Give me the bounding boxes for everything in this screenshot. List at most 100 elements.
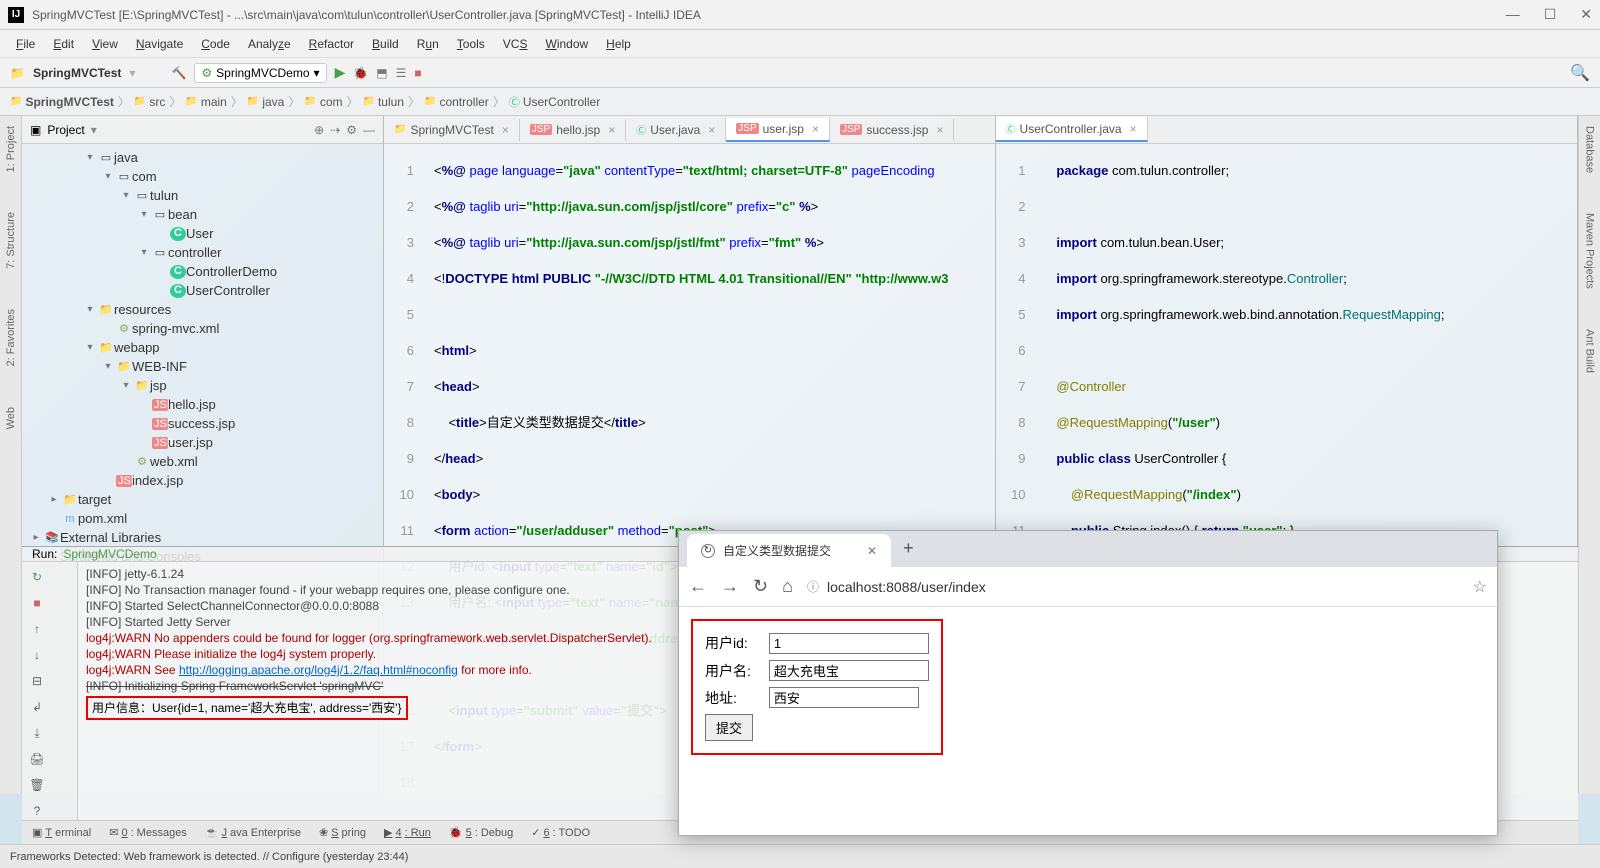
crumb-tulun[interactable]: tulun [363,95,404,109]
menu-run[interactable]: Run [409,33,447,55]
search-icon[interactable]: 🔍 [1570,63,1590,83]
stop-button[interactable]: ■ [414,66,421,80]
browser-tab-close[interactable]: ✕ [867,544,877,558]
crumb-main[interactable]: main [185,95,226,109]
profile-button[interactable]: ☰ [396,66,407,80]
tree-item-external-libraries[interactable]: ▸📚 External Libraries [22,528,383,547]
menu-file[interactable]: File [8,33,43,55]
tree-item-web-xml[interactable]: ⚙ web.xml [22,452,383,471]
form-addr-input[interactable] [769,687,919,708]
minimize-button[interactable]: — [1506,6,1520,23]
menu-edit[interactable]: Edit [45,33,82,55]
tree-item-controllerdemo[interactable]: C ControllerDemo [22,262,383,281]
tab-hello-jsp[interactable]: JSPhello.jsp× [520,119,626,141]
bottom-tab-spring[interactable]: ❀ Spring [319,826,366,839]
bottom-tab-6-todo[interactable]: ✓ 6: TODO [531,826,590,839]
tree-item-java[interactable]: ▾▭ java [22,148,383,167]
project-settings-icon[interactable]: ⊕ [314,123,324,137]
form-name-input[interactable] [769,660,929,681]
tree-item-target[interactable]: ▸📁 target [22,490,383,509]
down-button[interactable]: ↓ [26,644,48,666]
menu-tools[interactable]: Tools [449,33,493,55]
browser-new-tab[interactable]: + [891,530,926,567]
menu-view[interactable]: View [84,33,126,55]
tree-item-webapp[interactable]: ▾📁 webapp [22,338,383,357]
crumb-src[interactable]: src [134,95,165,109]
tree-item-tulun[interactable]: ▾▭ tulun [22,186,383,205]
browser-omnibox[interactable]: ⓘ localhost:8088/user/index [807,578,1459,595]
crumb-controller[interactable]: controller [424,95,489,109]
browser-tab[interactable]: ↻ 自定义类型数据提交 ✕ [687,534,891,567]
help-button[interactable]: ? [26,800,48,822]
tool-structure[interactable]: 7: Structure [5,212,17,269]
bottom-tab-java-enterprise[interactable]: ☕ Java Enterprise [205,826,301,839]
up-button[interactable]: ↑ [26,618,48,640]
bottom-tab-0-messages[interactable]: ✉ 0: Messages [109,826,187,839]
menu-refactor[interactable]: Refactor [301,33,362,55]
menu-build[interactable]: Build [364,33,407,55]
tool-project[interactable]: 1: Project [5,126,17,172]
form-id-input[interactable] [769,633,929,654]
clear-button[interactable]: 🗑 [26,774,48,796]
print-button[interactable]: 🖨 [26,748,48,770]
crumb-com[interactable]: com [304,95,342,109]
tree-item-com[interactable]: ▾▭ com [22,167,383,186]
project-gear-icon[interactable]: ⚙ [346,123,357,137]
menu-navigate[interactable]: Navigate [128,33,191,55]
tree-item-index-jsp[interactable]: JSP index.jsp [22,471,383,490]
tree-item-user-jsp[interactable]: JSP user.jsp [22,433,383,452]
tree-item-usercontroller[interactable]: C UserController [22,281,383,300]
form-submit-button[interactable]: 提交 [705,714,753,741]
project-label[interactable]: SpringMVCTest [33,66,121,80]
tree-item-user[interactable]: C User [22,224,383,243]
project-collapse-icon[interactable]: ⇢ [330,123,340,137]
tool-web[interactable]: Web [5,407,17,429]
tab-springmvctest[interactable]: 📁SpringMVCTest× [384,119,520,141]
tool-maven[interactable]: Maven Projects [1584,213,1596,289]
crumb-root[interactable]: SpringMVCTest [10,95,114,109]
run-button[interactable]: ▶ [335,64,346,81]
debug-button[interactable]: 🐞 [353,66,368,80]
rerun-button[interactable]: ↻ [26,566,48,588]
project-hide-icon[interactable]: — [363,123,375,137]
crumb-java[interactable]: java [247,95,284,109]
browser-forward[interactable]: → [721,576,739,597]
tool-database[interactable]: Database [1584,126,1596,173]
browser-home[interactable]: ⌂ [782,576,793,597]
maximize-button[interactable]: ☐ [1544,6,1557,23]
menu-vcs[interactable]: VCS [495,33,536,55]
tree-item-web-inf[interactable]: ▾📁 WEB-INF [22,357,383,376]
menu-help[interactable]: Help [598,33,639,55]
tree-item-resources[interactable]: ▾📁 resources [22,300,383,319]
filter-button[interactable]: ⊟ [26,670,48,692]
bookmark-icon[interactable]: ☆ [1473,577,1487,597]
scroll-button[interactable]: ⤓ [26,722,48,744]
tree-item-controller[interactable]: ▾▭ controller [22,243,383,262]
tab-user-java[interactable]: ⒸUser.java× [626,118,726,141]
wrap-button[interactable]: ↲ [26,696,48,718]
browser-reload[interactable]: ↻ [753,576,768,597]
close-button[interactable]: ✕ [1580,6,1592,23]
tab-success-jsp[interactable]: JSPsuccess.jsp× [830,119,954,141]
tree-item-jsp[interactable]: ▾📁 jsp [22,376,383,395]
build-button[interactable]: 🔨 [171,66,186,80]
menu-code[interactable]: Code [193,33,238,55]
tree-item-hello-jsp[interactable]: JSP hello.jsp [22,395,383,414]
tab-usercontroller-java[interactable]: ⒸUserController.java× [996,117,1148,142]
project-panel-title[interactable]: Project [47,123,84,137]
stop-button-2[interactable]: ■ [26,592,48,614]
menu-window[interactable]: Window [537,33,596,55]
tool-favorites[interactable]: 2: Favorites [5,309,17,366]
menu-analyze[interactable]: Analyze [240,33,299,55]
tree-item-success-jsp[interactable]: JSP success.jsp [22,414,383,433]
run-config-selector[interactable]: SpringMVCDemo ▾ [194,63,326,83]
crumb-usercontroller[interactable]: UserController [509,94,600,110]
tab-user-jsp[interactable]: JSPuser.jsp× [726,118,830,142]
tree-item-spring-mvc-xml[interactable]: ⚙ spring-mvc.xml [22,319,383,338]
bottom-tab-terminal[interactable]: ▣ Terminal [32,826,91,839]
tree-item-pom-xml[interactable]: m pom.xml [22,509,383,528]
tree-item-bean[interactable]: ▾▭ bean [22,205,383,224]
tool-ant[interactable]: Ant Build [1584,329,1596,373]
bottom-tab-5-debug[interactable]: 🐞 5: Debug [449,826,513,839]
bottom-tab-4-run[interactable]: ▶ 4: Run [384,826,431,839]
